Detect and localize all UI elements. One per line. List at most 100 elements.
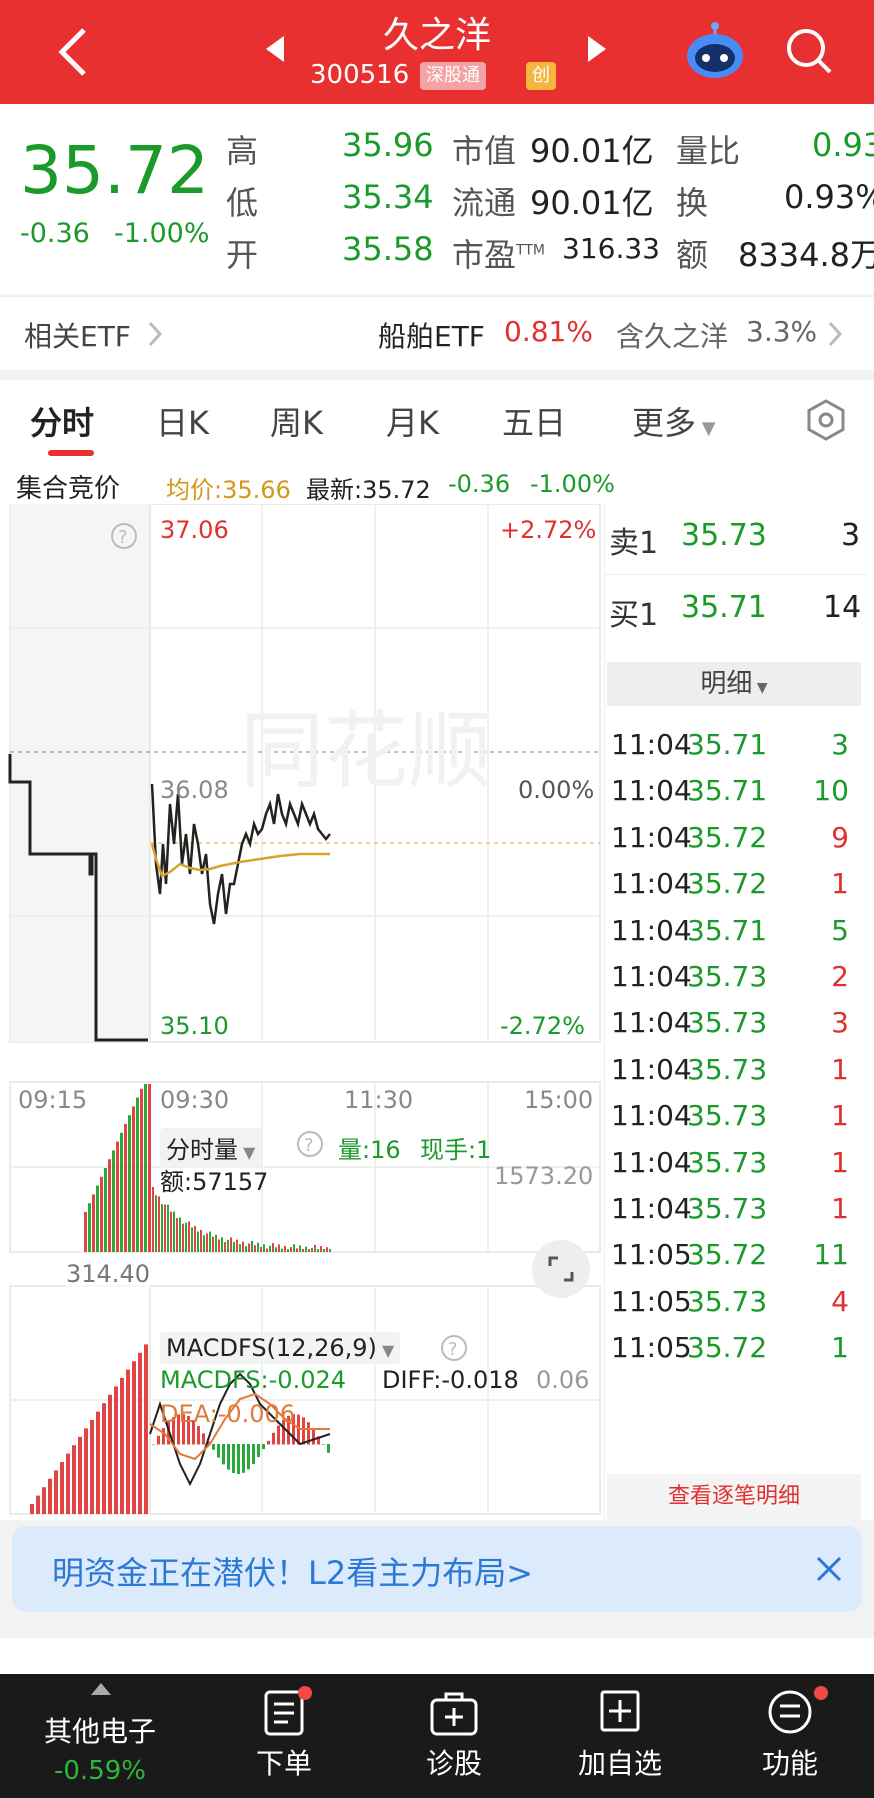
tick-time: 11:04 (611, 1145, 692, 1179)
fullscreen-button[interactable] (532, 1240, 590, 1298)
tab-weekly-k[interactable]: 周K (270, 398, 323, 444)
volume-bar (152, 1187, 154, 1252)
volume-bar (92, 1194, 95, 1252)
diagnose-button[interactable]: 诊股 (374, 1674, 534, 1798)
svg-text:?: ? (304, 1135, 314, 1156)
promo-banner[interactable]: 明资金正在潜伏！L2看主力布局> (12, 1526, 862, 1612)
related-etf-row[interactable]: 相关ETF 船舶ETF 0.81% 含久之洋 3.3% (0, 296, 874, 370)
macd-bar (60, 1462, 64, 1514)
amount-label: 额 (676, 236, 709, 274)
tab-intraday[interactable]: 分时 (30, 398, 94, 444)
tab-monthly-k[interactable]: 月K (386, 398, 439, 444)
macd-bar (96, 1411, 100, 1514)
tick-volume: 1 (831, 1331, 849, 1365)
tick-price: 35.72 (687, 1238, 768, 1272)
high-label: 高 (226, 132, 259, 170)
tick-price: 35.71 (687, 728, 768, 761)
volume-bar (140, 1088, 143, 1252)
pct-bottom-label: -2.72% (500, 1012, 585, 1040)
watermark: 同花顺 (240, 702, 492, 800)
tab-more[interactable]: 更多 ▼ (632, 398, 716, 444)
caret-down-icon: ▼ (752, 680, 768, 696)
market-badge: 深股通 (420, 62, 486, 90)
help-circle-icon[interactable]: ? (110, 522, 138, 550)
volume-bar (230, 1237, 232, 1252)
order-button[interactable]: 下单 (204, 1674, 364, 1798)
info-change-pct: -1.00% (530, 470, 615, 498)
pe-sup: TTM (516, 242, 545, 259)
next-stock-triangle-right-icon[interactable] (586, 34, 610, 64)
auction-label: 集合竞价 (16, 474, 121, 504)
tick-row: 11:04 35.71 10 (605, 774, 855, 827)
ask1-label: 卖1 (609, 526, 659, 561)
tick-row: 11:05 35.72 11 (605, 1238, 855, 1291)
ask1-price: 35.73 (681, 518, 767, 553)
tick-volume: 10 (813, 774, 849, 808)
tab-daily-k[interactable]: 日K (156, 398, 209, 444)
order-book: 卖1 35.73 3 买1 35.71 14 明细 ▼ 11:04 35.71 3 1… (604, 504, 867, 1520)
macd-bar (120, 1378, 124, 1514)
dea-value: DEA:-0.006 (160, 1400, 296, 1428)
volume-bar (320, 1246, 322, 1252)
open-label: 开 (226, 236, 259, 274)
macd-bar (66, 1453, 70, 1514)
macd-bar (312, 1428, 315, 1445)
view-all-ticks-button[interactable]: 查看逐笔明细 (607, 1474, 861, 1520)
more-functions-button[interactable]: 功能 (710, 1674, 870, 1798)
vol-ratio-value: 0.93 (812, 126, 874, 164)
tick-row: 11:04 35.71 5 (605, 914, 855, 967)
volume-bar (308, 1249, 310, 1252)
sector-pct: -0.59% (54, 1756, 146, 1786)
tick-time: 11:05 (611, 1331, 692, 1365)
volume-bar (188, 1221, 190, 1252)
banner-text: 明资金正在潜伏！L2看主力布局> (52, 1554, 534, 1592)
time-label-0915: 09:15 (18, 1086, 88, 1114)
sector-item[interactable]: 其他电子 -0.59% (20, 1674, 180, 1798)
tick-row: 11:04 35.73 1 (605, 1146, 855, 1199)
low-value: 35.34 (342, 178, 434, 216)
chart-area: 集合竞价 均价:35.66 最新:35.72 -0.36 -1.00% 同花顺 (0, 460, 874, 1520)
volume-bar (155, 1195, 157, 1252)
volume-bar (302, 1249, 304, 1252)
tab-five-day[interactable]: 五日 (502, 398, 566, 444)
macd-bar (227, 1444, 230, 1470)
settings-hexagon-icon[interactable] (804, 398, 848, 442)
detail-dropdown[interactable]: 明细 ▼ (607, 662, 861, 706)
macd-selector[interactable]: MACDFS(12,26,9) ▼ (160, 1332, 401, 1364)
close-icon[interactable] (812, 1552, 846, 1586)
pe-label-text: 市盈 (452, 236, 517, 274)
tick-price: 35.72 (687, 1331, 768, 1365)
tick-time: 11:04 (611, 1192, 692, 1225)
menu-circle-icon (768, 1690, 812, 1734)
etf-name[interactable]: 船舶ETF (378, 315, 485, 355)
volume-amount: 额:57157 (160, 1168, 269, 1196)
tick-price: 35.73 (687, 1006, 768, 1040)
macd-bar (162, 1428, 165, 1445)
high-value: 35.96 (342, 126, 434, 164)
help-circle-icon[interactable]: ? (440, 1334, 468, 1362)
stock-code: 300516 (310, 60, 410, 90)
bid1-vol: 14 (823, 590, 862, 625)
search-icon[interactable] (782, 24, 838, 80)
caret-down-icon: ▼ (238, 1143, 256, 1162)
low-label: 低 (226, 184, 259, 222)
tick-time: 11:04 (611, 1006, 692, 1040)
volume-bar (108, 1159, 111, 1252)
tick-list[interactable]: 11:04 35.71 3 11:04 35.71 10 11:04 35.72 9 11:04 3… (605, 710, 867, 1475)
volume-bar (299, 1245, 301, 1252)
help-circle-icon[interactable]: ? (296, 1130, 324, 1158)
volume-bar (176, 1218, 178, 1252)
volume-bar (293, 1244, 295, 1252)
macd-bar (54, 1470, 58, 1514)
volume-bar (245, 1246, 247, 1252)
etf-pct: 0.81% (504, 315, 593, 348)
tick-time: 11:04 (611, 1052, 692, 1086)
tab-more-label: 更多 (632, 404, 697, 442)
tick-volume: 3 (831, 1006, 849, 1040)
volume-bar (239, 1244, 241, 1252)
add-watchlist-button[interactable]: 加自选 (540, 1674, 700, 1798)
robot-icon[interactable] (682, 20, 748, 80)
volume-bar (182, 1223, 184, 1252)
divider (605, 574, 867, 575)
volume-bar (248, 1243, 250, 1252)
